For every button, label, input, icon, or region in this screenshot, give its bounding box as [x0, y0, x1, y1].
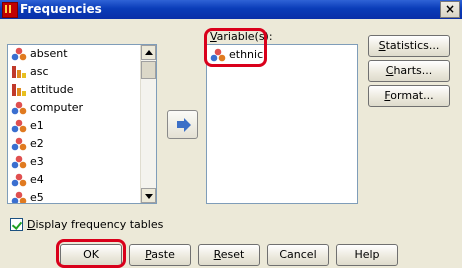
- paste-button[interactable]: Paste: [129, 244, 191, 266]
- checkmark-icon: [11, 219, 23, 230]
- close-button[interactable]: ×: [440, 1, 460, 18]
- highlight-annotation-ok: [56, 239, 126, 268]
- format-button[interactable]: Format...: [368, 85, 450, 107]
- list-item[interactable]: e1: [8, 117, 140, 135]
- list-item[interactable]: absent: [8, 45, 140, 63]
- cancel-button[interactable]: Cancel: [267, 244, 329, 266]
- list-item[interactable]: e2: [8, 135, 140, 153]
- list-item-label: e3: [30, 155, 44, 168]
- list-item-label: e5: [30, 191, 44, 204]
- list-item[interactable]: asc: [8, 63, 140, 81]
- list-item-label: e4: [30, 173, 44, 186]
- list-item[interactable]: computer: [8, 99, 140, 117]
- nominal-icon: [11, 191, 27, 203]
- list-item-label: e2: [30, 137, 44, 150]
- display-frequency-tables-checkbox[interactable]: [10, 218, 23, 231]
- list-item[interactable]: e4: [8, 171, 140, 189]
- vertical-scrollbar[interactable]: [140, 45, 156, 203]
- list-item-label: e1: [30, 119, 44, 132]
- source-variable-list[interactable]: absent asc attitude computer e1 e2 e3 e4…: [7, 44, 157, 204]
- list-item-label: computer: [30, 101, 84, 114]
- nominal-icon: [11, 137, 27, 151]
- reset-button[interactable]: Reset: [198, 244, 260, 266]
- list-item-label: absent: [30, 47, 68, 60]
- charts-button[interactable]: Charts...: [368, 60, 450, 82]
- scroll-down-button[interactable]: [141, 188, 156, 203]
- checkbox-label: Display frequency tables: [27, 218, 164, 231]
- target-variable-list[interactable]: ethnic: [206, 44, 358, 204]
- move-variable-button[interactable]: [167, 110, 198, 139]
- highlight-annotation-variables: [204, 28, 267, 67]
- list-item[interactable]: attitude: [8, 81, 140, 99]
- frequencies-dialog: Frequencies × absent asc attitude comput…: [0, 0, 462, 268]
- title-bar[interactable]: Frequencies ×: [0, 0, 462, 19]
- scroll-thumb[interactable]: [141, 61, 156, 79]
- scroll-up-button[interactable]: [141, 45, 156, 60]
- scale-icon: [12, 66, 26, 78]
- nominal-icon: [11, 47, 27, 61]
- spss-app-icon: [2, 2, 18, 18]
- nominal-icon: [11, 173, 27, 187]
- list-item[interactable]: e5: [8, 189, 140, 204]
- help-button[interactable]: Help: [336, 244, 398, 266]
- nominal-icon: [11, 119, 27, 133]
- nominal-icon: [11, 155, 27, 169]
- scale-icon: [12, 84, 26, 96]
- list-item-label: attitude: [30, 83, 74, 96]
- list-item-label: asc: [30, 65, 49, 78]
- source-variable-items: absent asc attitude computer e1 e2 e3 e4…: [8, 45, 140, 204]
- statistics-button[interactable]: Statistics...: [368, 35, 450, 57]
- list-item[interactable]: e3: [8, 153, 140, 171]
- window-title: Frequencies: [20, 2, 102, 16]
- nominal-icon: [11, 101, 27, 115]
